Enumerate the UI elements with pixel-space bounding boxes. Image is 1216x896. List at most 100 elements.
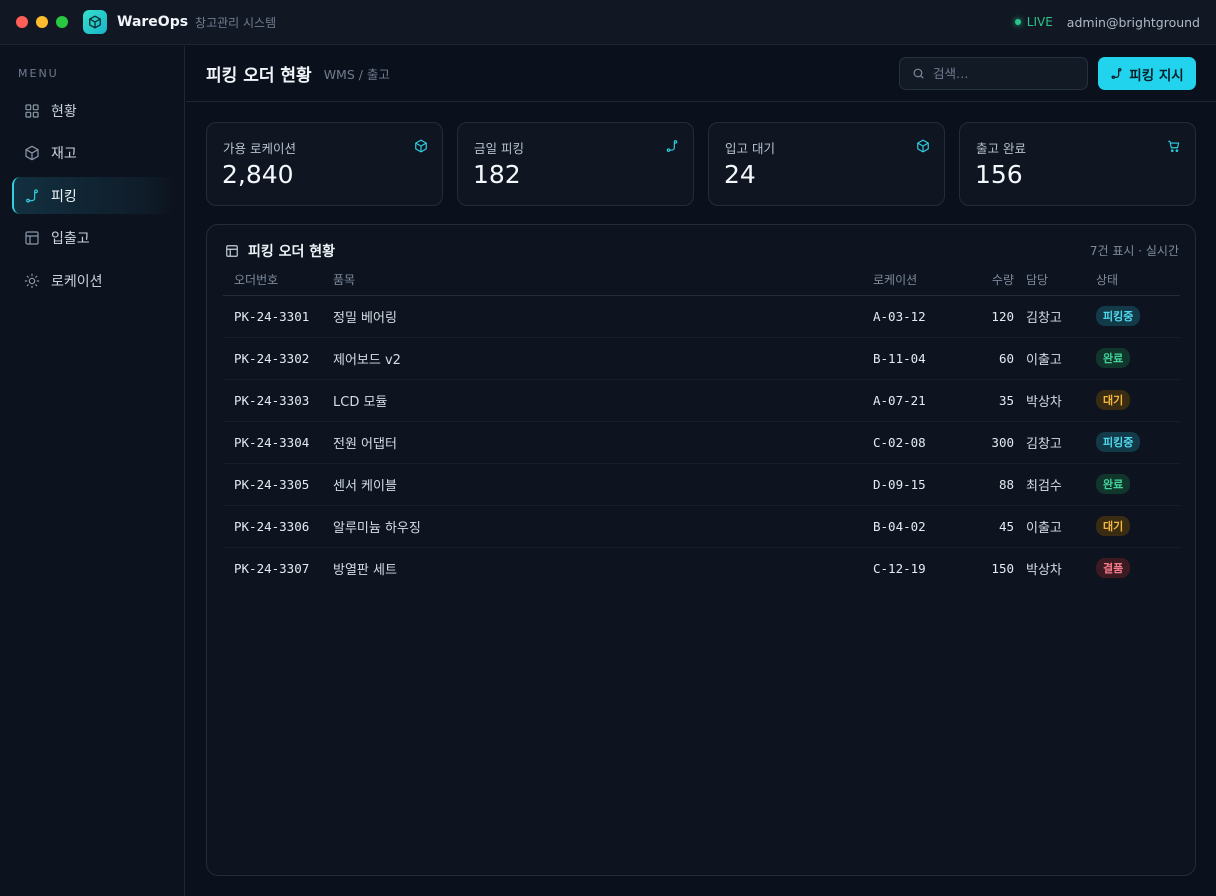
table-icon [25, 231, 39, 245]
owner: 최검수 [1026, 463, 1096, 506]
sun-icon [24, 273, 40, 288]
search-box[interactable] [899, 57, 1088, 90]
search-input[interactable] [933, 66, 1073, 81]
owner: 이출고 [1026, 337, 1096, 380]
create-picking-label: 피킹 지시 [1129, 67, 1184, 84]
menu-label: MENU [18, 67, 59, 80]
order-number: PK-24-3305 [223, 463, 333, 506]
status-badge: 완료 [1096, 474, 1131, 494]
user-account[interactable]: admin@brightground [1067, 15, 1200, 30]
item-name: 센서 케이블 [333, 463, 873, 506]
quantity: 35 [968, 379, 1026, 422]
stat-value: 156 [975, 160, 1023, 189]
table-row[interactable]: PK-24-3305 센서 케이블 D-09-15 88 최검수 완료 [223, 463, 1180, 506]
grid-icon [25, 103, 39, 118]
stat-label: 금일 피킹 [474, 141, 524, 156]
item-name: 정밀 베어링 [333, 295, 873, 338]
stat-label: 입고 대기 [725, 141, 775, 156]
stat-card-today-picking: 금일 피킹 182 [457, 122, 694, 206]
picking-orders-panel: 피킹 오더 현황 7건 표시 · 실시간 오더번호 품목 로케이션 수량 담당 … [206, 224, 1196, 876]
picking-orders-table: 오더번호 품목 로케이션 수량 담당 상태 PK-24-3301 정밀 베어링 A-… [223, 265, 1180, 589]
location-code: A-07-21 [873, 379, 968, 422]
location-code: C-02-08 [873, 421, 968, 464]
location-code: B-11-04 [873, 337, 968, 380]
order-number: PK-24-3306 [223, 505, 333, 548]
item-name: 방열판 세트 [333, 562, 397, 578]
location-code: B-04-02 [873, 505, 968, 548]
stat-card-outbound-done: 출고 완료 156 [959, 122, 1196, 206]
column-header-status[interactable]: 상태 [1096, 265, 1180, 296]
box-icon [25, 145, 39, 161]
route-icon [1111, 67, 1122, 80]
route-icon [26, 188, 38, 203]
location-code: A-03-12 [873, 295, 968, 338]
table-header-row: 오더번호 품목 로케이션 수량 담당 상태 [223, 265, 1180, 296]
owner: 이출고 [1026, 505, 1096, 548]
sidebar-item-inout[interactable]: 입출고 [12, 220, 174, 257]
table-row[interactable]: PK-24-3301 정밀 베어링 A-03-12 120 김창고 피킹중 [223, 295, 1180, 338]
search-icon [913, 68, 924, 79]
status-badge: 대기 [1096, 516, 1131, 536]
box-icon [917, 139, 929, 153]
table-row[interactable]: PK-24-3303 LCD 모듈 A-07-21 35 박상차 대기 [223, 379, 1180, 422]
stat-label: 가용 로케이션 [223, 141, 296, 156]
status-badge: 완료 [1096, 348, 1131, 368]
table-row[interactable]: PK-24-3306 알루미늄 하우징 B-04-02 45 이출고 대기 [223, 505, 1180, 548]
sidebar-item-inventory[interactable]: 재고 [12, 135, 174, 172]
stat-value: 182 [473, 160, 521, 189]
panel-title: 피킹 오더 현황 [248, 244, 336, 260]
owner: 박상차 [1026, 379, 1096, 422]
order-number: PK-24-3301 [223, 295, 333, 338]
title-bar: WareOps 창고관리 시스템 LIVE admin@brightground [0, 0, 1216, 45]
status-badge: 결품 [1096, 558, 1131, 579]
status-badge: 피킹중 [1096, 432, 1141, 452]
sidebar-item-dashboard[interactable]: 현황 [12, 92, 174, 129]
page-header: 피킹 오더 현황 WMS / 출고 피킹 지시 [186, 46, 1216, 102]
stat-value: 2,840 [222, 160, 294, 189]
minimize-window-button[interactable] [36, 16, 48, 28]
column-header-order[interactable]: 오더번호 [223, 265, 333, 296]
create-picking-button[interactable]: 피킹 지시 [1098, 57, 1196, 90]
table-row[interactable]: PK-24-3307 방열판 세트 C-12-19 150 박상차 결품 [223, 547, 1180, 589]
stat-cards: 가용 로케이션 2,840 금일 피킹 182 입고 대기 24 출고 완료 1… [206, 122, 1196, 206]
stat-card-inbound-waiting: 입고 대기 24 [708, 122, 945, 206]
sidebar-item-picking[interactable]: 피킹 [12, 177, 174, 214]
table-row[interactable]: PK-24-3302 제어보드 v2 B-11-04 60 이출고 완료 [223, 337, 1180, 380]
sidebar-item-label: 재고 [51, 146, 77, 162]
quantity: 88 [968, 463, 1026, 506]
app-logo-icon [83, 10, 107, 34]
app-name: WareOps [117, 14, 189, 30]
box-icon [415, 139, 427, 153]
item-name: 알루미늄 하우징 [333, 505, 873, 548]
item-name: 전원 어댑터 [333, 421, 873, 464]
quantity: 300 [968, 421, 1026, 464]
window-controls [16, 16, 68, 28]
close-window-button[interactable] [16, 16, 28, 28]
owner: 박상차 [1026, 562, 1062, 578]
order-number: PK-24-3303 [223, 379, 333, 422]
item-name: 제어보드 v2 [333, 337, 873, 380]
status-badge: 피킹중 [1096, 306, 1141, 326]
cart-icon [1168, 140, 1180, 153]
maximize-window-button[interactable] [56, 16, 68, 28]
column-header-owner[interactable]: 담당 [1026, 265, 1096, 296]
order-number: PK-24-3302 [223, 337, 333, 380]
live-indicator-icon [1014, 19, 1021, 25]
panel-meta: 7건 표시 · 실시간 [1089, 244, 1179, 258]
sidebar-item-label: 로케이션 [51, 273, 103, 290]
sidebar-item-location[interactable]: 로케이션 [12, 262, 174, 299]
column-header-qty[interactable]: 수량 [968, 265, 1026, 296]
sidebar-item-label: 입출고 [51, 231, 90, 247]
column-header-location[interactable]: 로케이션 [873, 265, 968, 296]
breadcrumb: WMS / 출고 [323, 67, 390, 82]
stat-label: 출고 완료 [976, 141, 1026, 156]
table-row[interactable]: PK-24-3304 전원 어댑터 C-02-08 300 김창고 피킹중 [223, 421, 1180, 464]
app-subtitle: 창고관리 시스템 [195, 15, 277, 30]
owner: 김창고 [1026, 421, 1096, 464]
owner: 김창고 [1026, 295, 1096, 338]
page-title: 피킹 오더 현황 [206, 66, 312, 86]
order-number: PK-24-3304 [223, 421, 333, 464]
order-number: PK-24-3307 [234, 560, 310, 576]
column-header-item[interactable]: 품목 [333, 265, 873, 296]
item-name: LCD 모듈 [333, 379, 873, 422]
